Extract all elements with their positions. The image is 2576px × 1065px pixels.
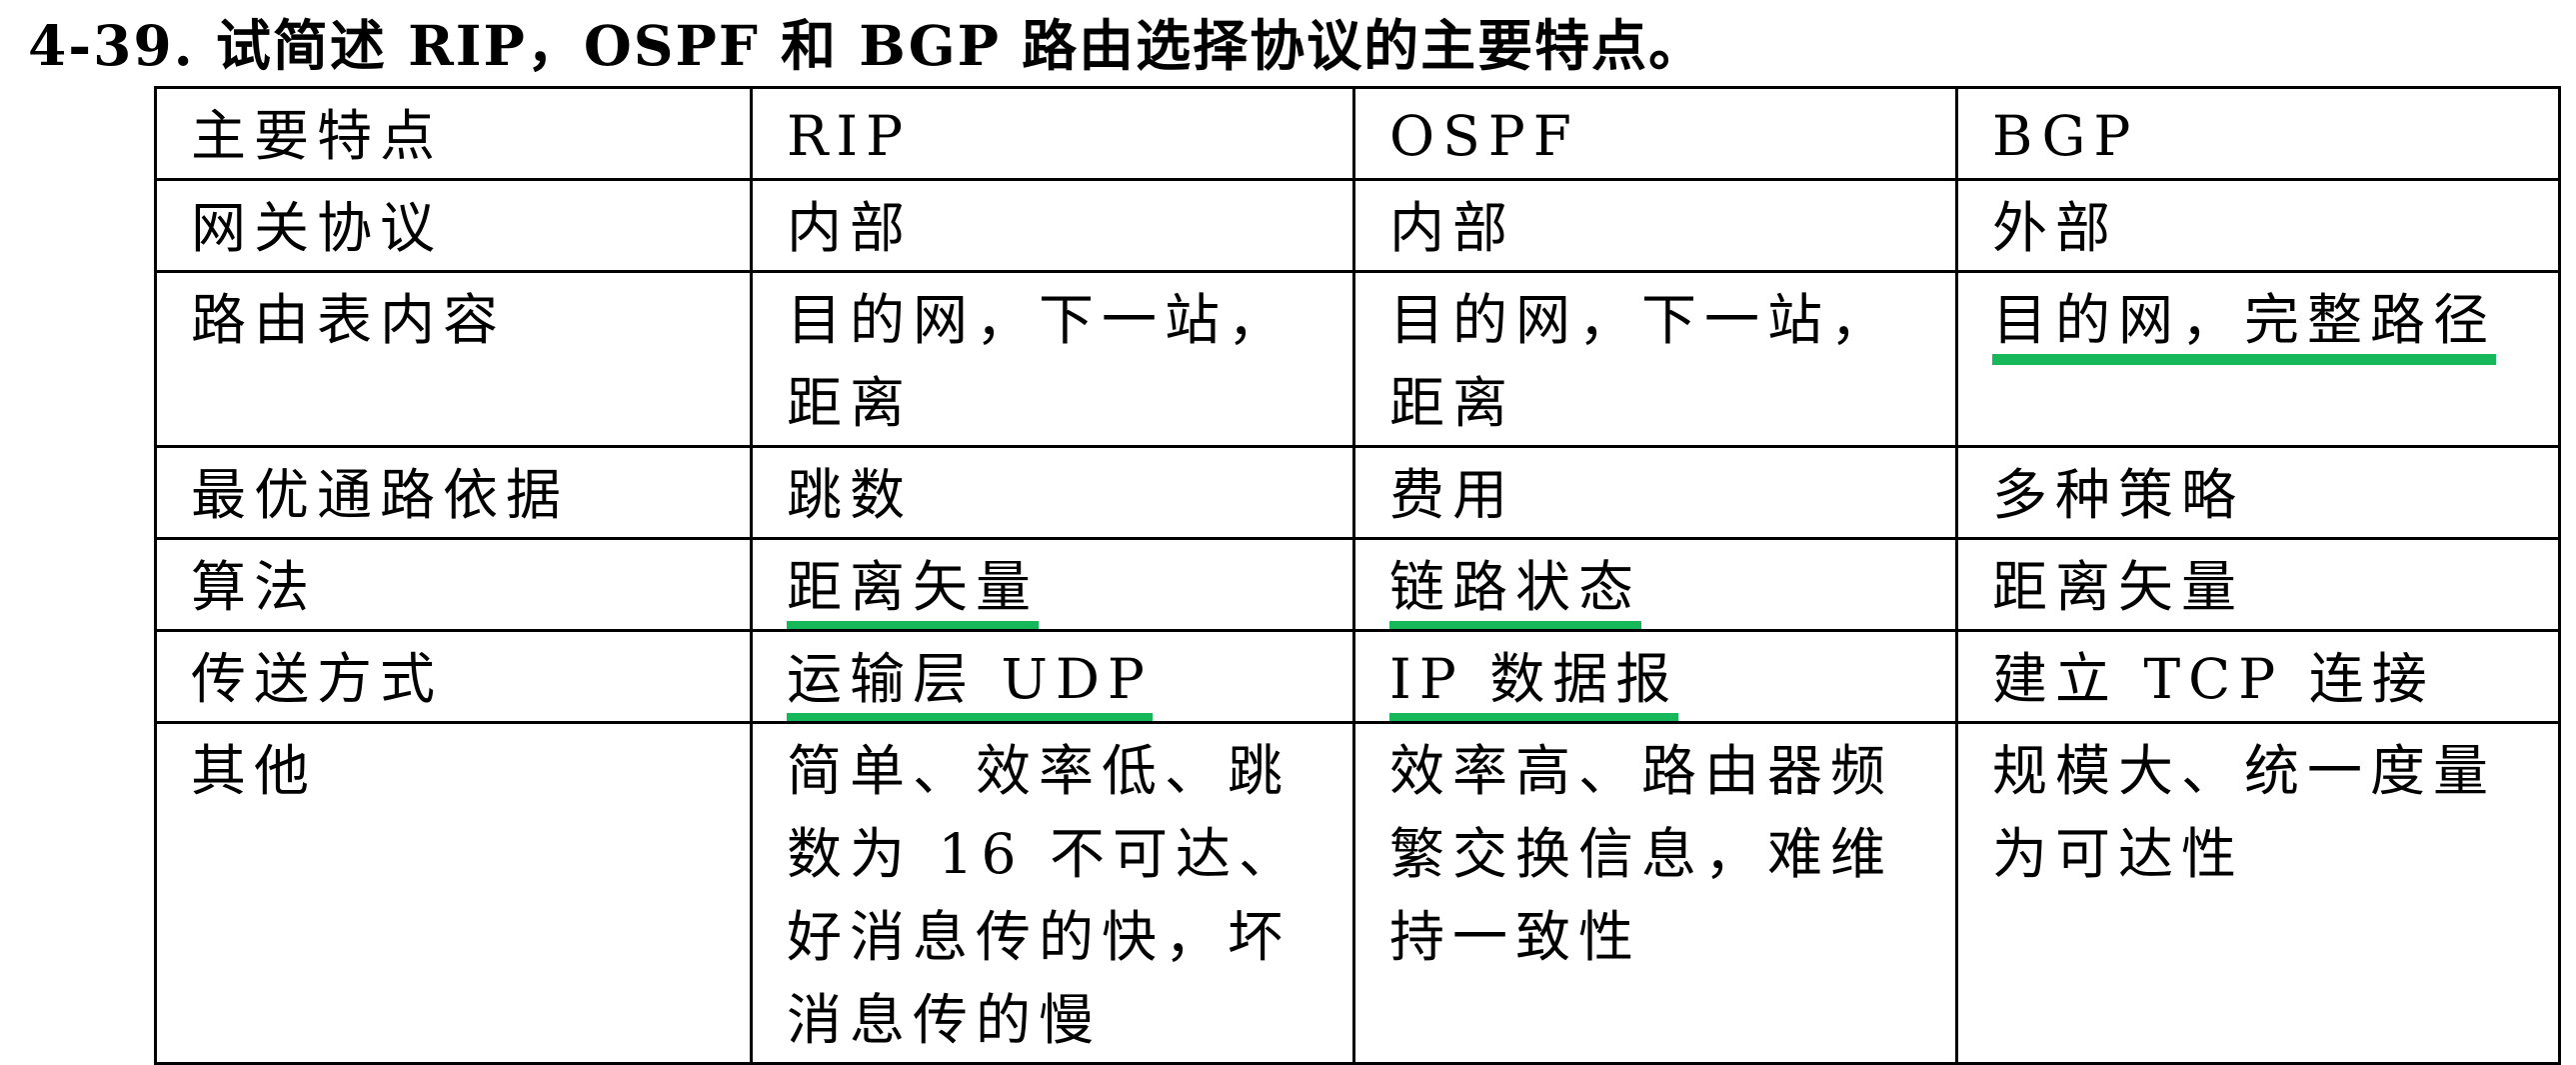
bgp-cell: 多种策略	[1955, 445, 2561, 540]
table-row-best-path: 最优通路依据 跳数 费用 多种策略	[154, 445, 2561, 540]
feature-cell: 算法	[154, 537, 753, 632]
feature-cell: 最优通路依据	[154, 445, 753, 540]
rip-cell: 跳数	[750, 445, 1355, 540]
highlight-underline: 链路状态	[1389, 555, 1642, 628]
feature-cell: 传送方式	[154, 629, 753, 724]
feature-cell: 路由表内容	[154, 270, 753, 448]
highlight-underline: 距离矢量	[787, 555, 1040, 628]
feature-cell: 网关协议	[154, 178, 753, 273]
bgp-cell: 外部	[1955, 178, 2561, 273]
question-title: 4-39. 试简述 RIP，OSPF 和 BGP 路由选择协议的主要特点。	[28, 13, 1706, 78]
table-row-other: 其他 简单、效率低、跳数为 16 不可达、好消息传的快，坏消息传的慢 效率高、路…	[154, 721, 2561, 1065]
rip-cell: 距离矢量	[750, 537, 1355, 632]
highlight-underline: 目的网，完整路径	[1992, 288, 2497, 365]
ospf-cell: 费用	[1352, 445, 1958, 540]
rip-cell: 简单、效率低、跳数为 16 不可达、好消息传的快，坏消息传的慢	[750, 721, 1355, 1065]
ospf-cell: 效率高、路由器频繁交换信息，难维持一致性	[1352, 721, 1958, 1065]
feature-cell: 其他	[154, 721, 753, 1065]
bgp-cell: 建立 TCP 连接	[1955, 629, 2561, 724]
highlight-underline: IP 数据报	[1389, 647, 1679, 720]
header-rip: RIP	[750, 86, 1355, 181]
table-header-row: 主要特点 RIP OSPF BGP	[154, 86, 2561, 181]
header-feature: 主要特点	[154, 86, 753, 181]
ospf-cell: IP 数据报	[1352, 629, 1958, 724]
table-row-gateway: 网关协议 内部 内部 外部	[154, 178, 2561, 273]
bgp-cell: 距离矢量	[1955, 537, 2561, 632]
highlight-underline: 运输层 UDP	[787, 647, 1153, 720]
table-row-routing-table: 路由表内容 目的网，下一站，距离 目的网，下一站，距离 目的网，完整路径	[154, 270, 2561, 448]
protocol-comparison-table: 主要特点 RIP OSPF BGP 网关协议 内部 内部 外部 路由表内容 目的…	[154, 86, 2561, 1065]
bgp-cell: 目的网，完整路径	[1955, 270, 2561, 448]
ospf-cell: 内部	[1352, 178, 1958, 273]
ospf-cell: 目的网，下一站，距离	[1352, 270, 1958, 448]
table-row-algorithm: 算法 距离矢量 链路状态 距离矢量	[154, 537, 2561, 632]
bgp-cell: 规模大、统一度量为可达性	[1955, 721, 2561, 1065]
header-bgp: BGP	[1955, 86, 2561, 181]
rip-cell: 目的网，下一站，距离	[750, 270, 1355, 448]
table-row-transport: 传送方式 运输层 UDP IP 数据报 建立 TCP 连接	[154, 629, 2561, 724]
rip-cell: 运输层 UDP	[750, 629, 1355, 724]
header-ospf: OSPF	[1352, 86, 1958, 181]
ospf-cell: 链路状态	[1352, 537, 1958, 632]
rip-cell: 内部	[750, 178, 1355, 273]
